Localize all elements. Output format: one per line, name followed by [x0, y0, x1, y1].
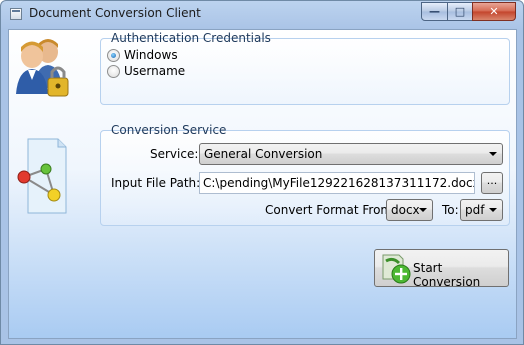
close-button[interactable]: ✕: [472, 2, 516, 21]
app-window-icon[interactable]: [10, 8, 22, 20]
radio-username-label[interactable]: Username: [124, 64, 185, 78]
convert-add-icon: [382, 254, 411, 284]
radio-windows-label[interactable]: Windows: [124, 48, 178, 62]
service-select-value: General Conversion: [204, 147, 323, 161]
chevron-down-icon: [419, 208, 427, 212]
from-format-value: docx: [391, 203, 420, 217]
users-lock-icon: [16, 39, 69, 97]
main-window: Document Conversion Client — □ ✕ Authent…: [0, 0, 524, 345]
service-select[interactable]: General Conversion: [199, 143, 503, 165]
chevron-down-icon: [489, 152, 497, 156]
maximize-button[interactable]: □: [447, 2, 473, 21]
window-title: Document Conversion Client: [29, 6, 201, 20]
document-share-icon: [17, 138, 67, 214]
radio-username-row[interactable]: Username: [107, 64, 185, 78]
to-format-value: pdf: [465, 203, 485, 217]
input-path-field[interactable]: C:\pending\MyFile129221628137311172.docx: [199, 172, 475, 194]
conversion-legend: Conversion Service: [111, 123, 227, 137]
radio-windows-row[interactable]: Windows: [107, 48, 178, 62]
chevron-down-icon: [489, 208, 497, 212]
start-conversion-button[interactable]: Start Conversion: [374, 249, 509, 289]
radio-windows[interactable]: [107, 48, 120, 62]
from-format-label: Convert Format From:: [265, 203, 397, 217]
service-label: Service:: [150, 147, 199, 161]
auth-legend: Authentication Credentials: [111, 31, 271, 45]
start-conversion-label: Start Conversion: [413, 261, 481, 289]
to-format-select[interactable]: pdf: [460, 199, 503, 221]
minimize-button[interactable]: —: [421, 2, 448, 21]
auth-credentials-group: Authentication Credentials Windows Usern…: [100, 31, 510, 105]
input-path-label: Input File Path:: [111, 176, 201, 190]
to-format-label: To:: [442, 203, 459, 217]
client-area: Authentication Credentials Windows Usern…: [8, 29, 517, 339]
title-bar[interactable]: Document Conversion Client — □ ✕: [1, 1, 523, 27]
radio-username[interactable]: [107, 64, 120, 78]
browse-button[interactable]: ...: [481, 172, 503, 194]
from-format-select[interactable]: docx: [386, 199, 433, 221]
conversion-service-group: Conversion Service Service: General Conv…: [100, 123, 510, 226]
